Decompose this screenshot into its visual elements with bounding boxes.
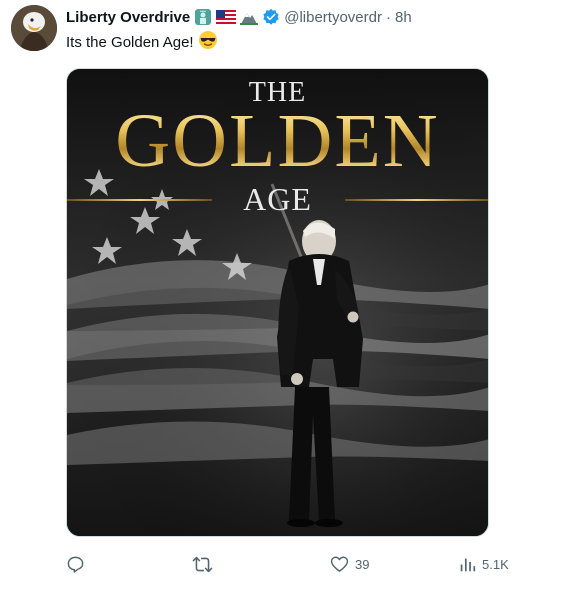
display-name[interactable]: Liberty Overdrive [66,9,190,26]
poster-title-age: AGE [243,181,312,217]
verified-badge-icon[interactable] [262,8,280,26]
timestamp[interactable]: 8h [395,9,412,26]
heart-icon [330,556,349,572]
sunglasses-emoji-icon [198,30,218,54]
avatar[interactable] [11,5,57,51]
statue-of-liberty-icon [194,8,212,26]
tweet[interactable]: Liberty Overdrive @libertyoverdr · 8h It… [0,0,564,600]
poster-title-golden: GOLDEN [67,103,488,179]
analytics-icon [460,558,476,571]
us-flag-icon [216,10,237,24]
like-count: 39 [355,556,370,572]
tweet-actions: 39 5.1K [66,552,536,576]
views-button[interactable]: 5.1K [459,552,509,576]
retweet-icon [192,556,213,572]
tweet-text-content: Its the Golden Age! [66,33,194,51]
mountain-icon [240,9,259,25]
tweet-text: Its the Golden Age! [66,30,218,54]
reply-icon [67,556,84,573]
views-count: 5.1K [482,556,509,572]
handle[interactable]: @libertyoverdr [284,9,382,26]
eagle-avatar-icon [11,5,57,51]
retweet-button[interactable] [192,552,219,576]
reply-button[interactable] [66,552,91,576]
tweet-header: Liberty Overdrive @libertyoverdr · 8h [66,6,412,28]
tweet-media-image[interactable]: THE GOLDEN AGE [66,68,489,537]
separator-dot: · [385,8,391,26]
like-button[interactable]: 39 [330,552,369,576]
